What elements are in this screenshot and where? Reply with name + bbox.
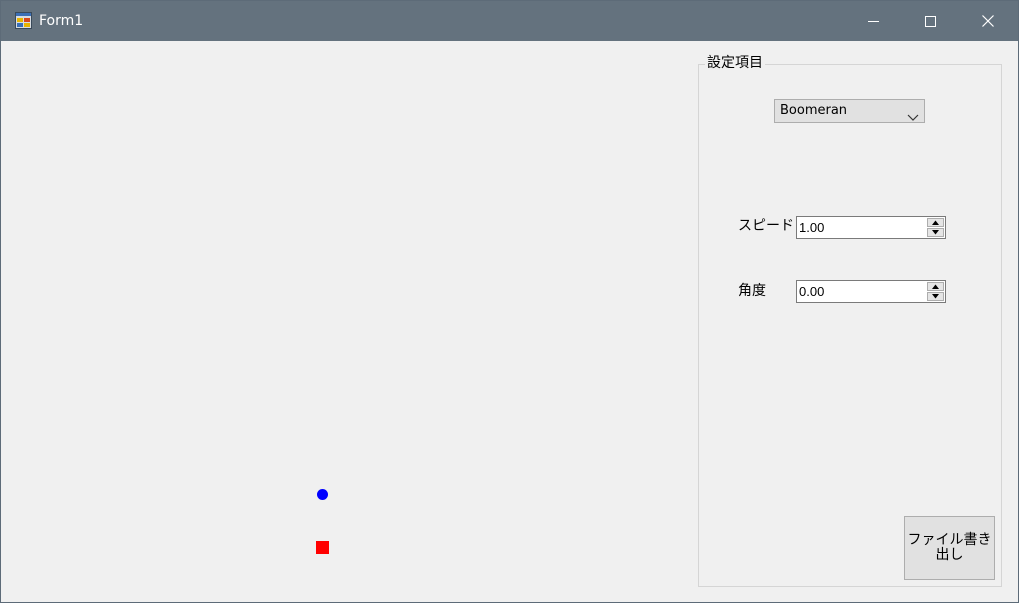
angle-increment-button[interactable] (927, 282, 944, 291)
arrow-up-icon (932, 284, 939, 289)
settings-group-title: 設定項目 (705, 54, 765, 72)
pattern-select[interactable]: Boomeran (774, 99, 925, 123)
angle-label: 角度 (738, 283, 766, 299)
app-window: Form1 設定項目 Boomeran スピード 1.00 角度 0.00 ファ… (0, 0, 1019, 603)
minimize-button[interactable] (844, 1, 902, 41)
chevron-down-icon (907, 107, 919, 121)
angle-spinner (927, 282, 944, 301)
angle-numeric-field (796, 280, 946, 303)
angle-input[interactable] (799, 283, 919, 300)
minimize-icon (867, 16, 879, 27)
close-button[interactable] (959, 1, 1017, 41)
arrow-down-icon (932, 230, 939, 235)
drawing-canvas[interactable] (1, 41, 691, 602)
maximize-icon (924, 15, 936, 27)
settings-groupbox (698, 64, 1002, 587)
pattern-select-value: Boomeran (780, 103, 848, 118)
arrow-down-icon (932, 294, 939, 299)
angle-decrement-button[interactable] (927, 292, 944, 301)
title-bar[interactable]: Form1 (1, 1, 1018, 41)
red-square-marker (316, 541, 329, 554)
maximize-button[interactable] (901, 1, 959, 41)
speed-label: スピード (738, 218, 794, 234)
speed-spinner (927, 218, 944, 237)
speed-input[interactable] (799, 219, 919, 236)
app-form-icon (15, 12, 32, 29)
close-icon (982, 15, 994, 27)
arrow-up-icon (932, 220, 939, 225)
file-export-button[interactable]: ファイル書き 出し (904, 516, 995, 580)
speed-decrement-button[interactable] (927, 228, 944, 237)
window-title: Form1 (39, 13, 84, 29)
speed-increment-button[interactable] (927, 218, 944, 227)
file-export-button-label: ファイル書き 出し (907, 532, 992, 563)
blue-circle-marker (317, 489, 328, 500)
speed-numeric-field (796, 216, 946, 239)
